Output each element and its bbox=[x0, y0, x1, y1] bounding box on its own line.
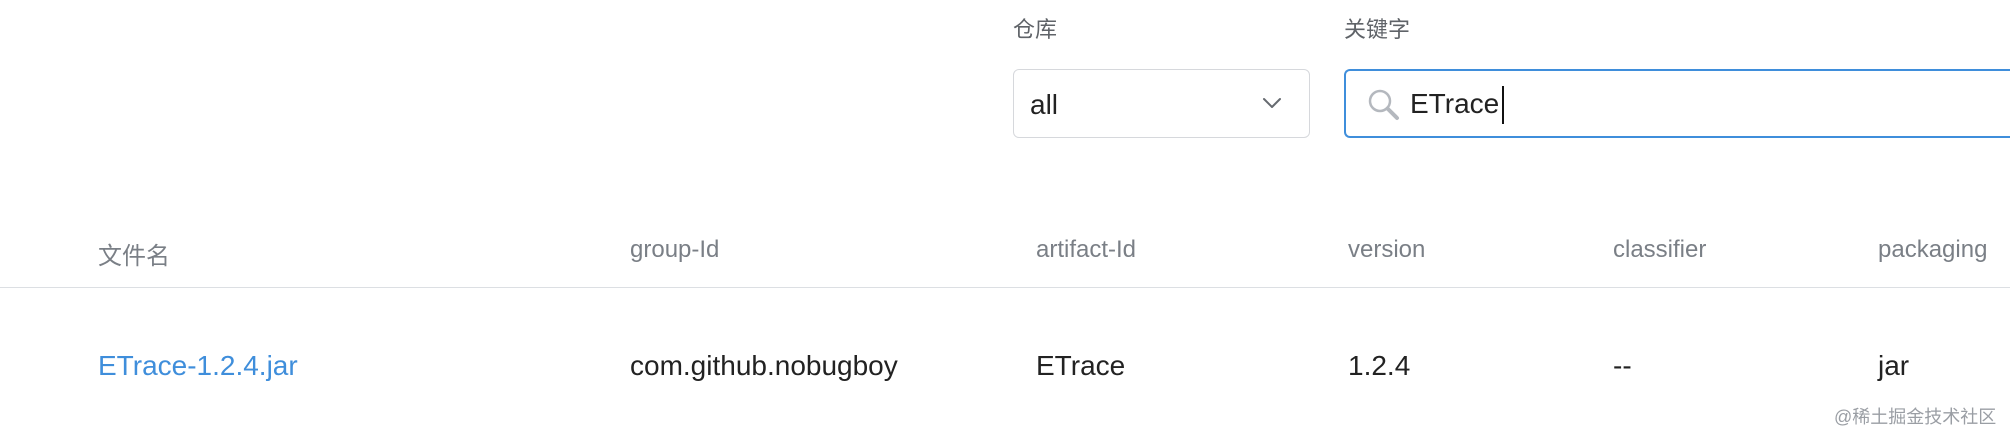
text-caret bbox=[1502, 86, 1504, 124]
keyword-search-input[interactable] bbox=[1410, 82, 1910, 126]
keyword-label: 关键字 bbox=[1344, 17, 1411, 42]
column-header-group-id: group-Id bbox=[630, 236, 720, 263]
chevron-down-icon bbox=[1263, 98, 1281, 108]
column-header-filename: 文件名 bbox=[98, 243, 170, 270]
search-icon bbox=[1368, 89, 1399, 120]
version-cell: 1.2.4 bbox=[1348, 350, 1411, 381]
classifier-cell: -- bbox=[1613, 350, 1632, 381]
group-id-cell: com.github.nobugboy bbox=[630, 350, 898, 381]
repository-select-value: all bbox=[1030, 89, 1059, 120]
artifact-id-cell: ETrace bbox=[1036, 350, 1126, 381]
column-header-classifier: classifier bbox=[1613, 236, 1707, 263]
search-results-page: 仓库 all 关键字 文件名 group-Id artifact-Id vers… bbox=[0, 0, 2010, 438]
packaging-cell: jar bbox=[1878, 350, 1910, 381]
filename-link[interactable]: ETrace-1.2.4.jar bbox=[98, 350, 298, 382]
column-header-version: version bbox=[1348, 236, 1426, 263]
repository-label: 仓库 bbox=[1013, 17, 1058, 42]
column-header-packaging: packaging bbox=[1878, 236, 1988, 263]
keyword-search-box[interactable] bbox=[1344, 69, 2010, 138]
repository-select[interactable]: all bbox=[1013, 69, 1310, 138]
table-header-divider bbox=[0, 287, 2010, 288]
watermark: @稀土掘金技术社区 bbox=[1834, 407, 1997, 427]
column-header-artifact-id: artifact-Id bbox=[1036, 236, 1137, 263]
